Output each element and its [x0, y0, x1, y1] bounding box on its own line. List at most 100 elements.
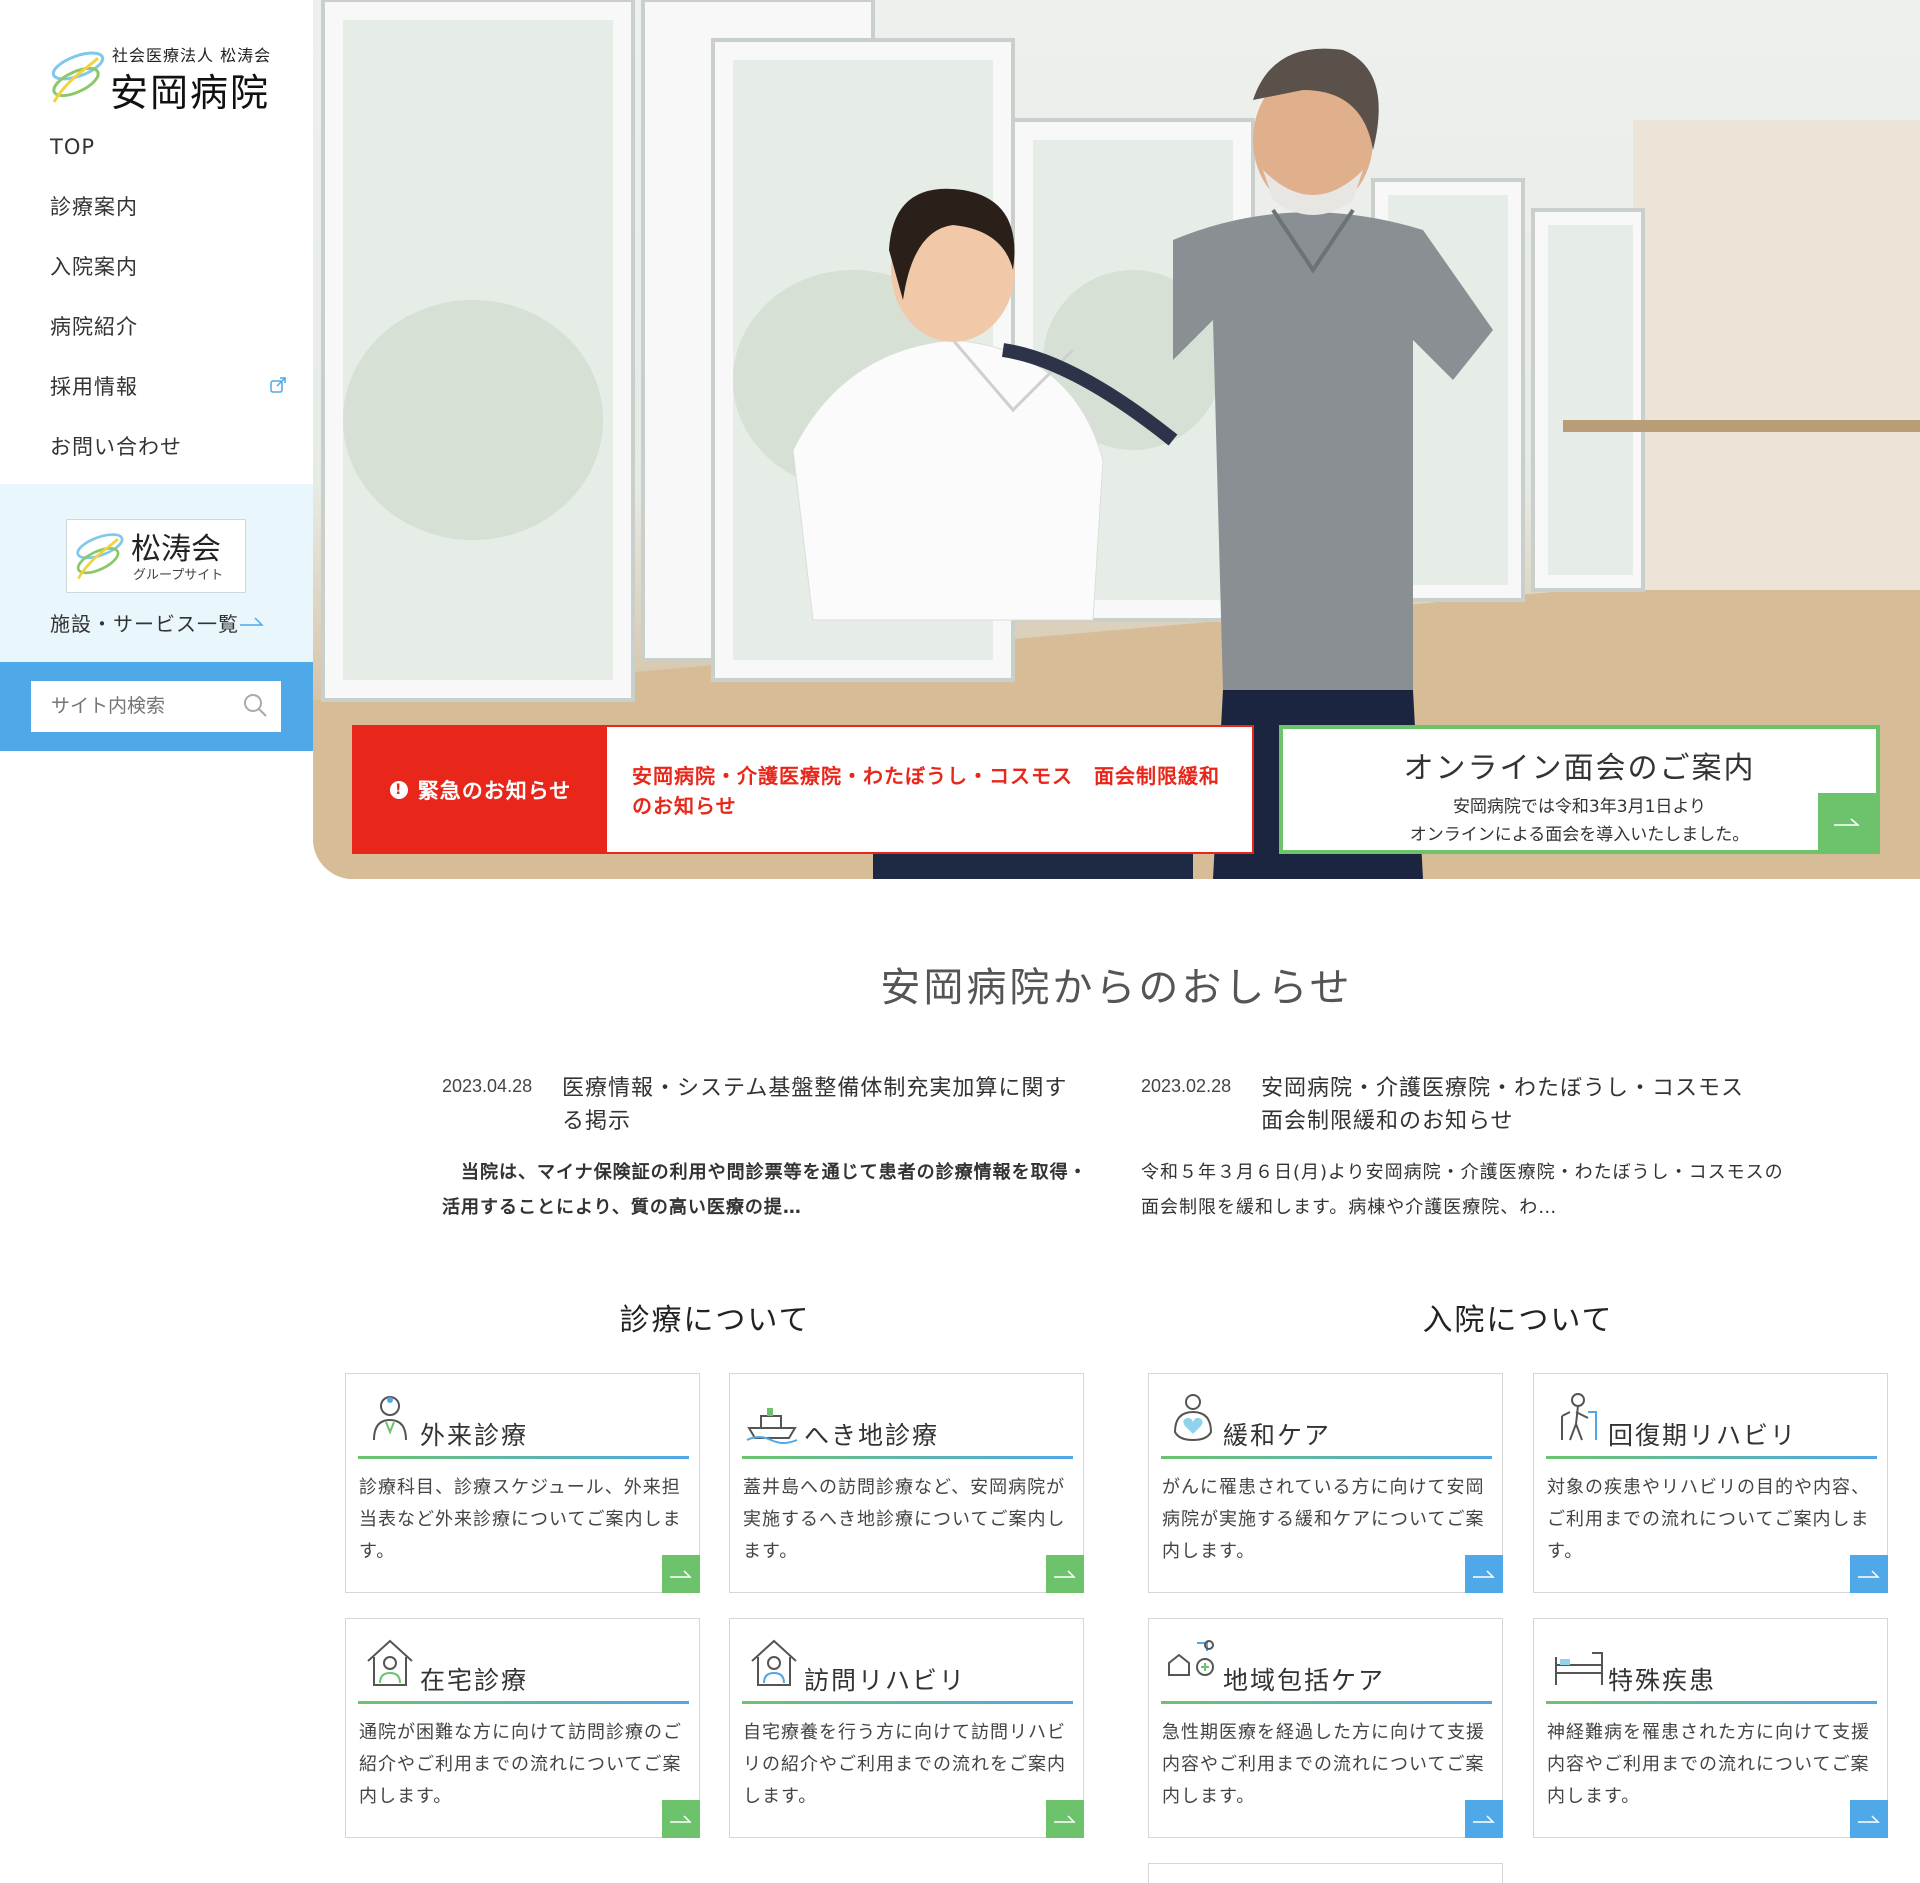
nav-item-about[interactable]: 病院紹介: [0, 304, 313, 364]
nav-item-label: 病院紹介: [50, 315, 138, 339]
card-home-care[interactable]: 在宅診療 通院が困難な方に向けて訪問診療のご紹介やご利用までの流れについてご案内…: [345, 1618, 700, 1838]
card-home-rehab[interactable]: 訪問リハビリ 自宅療養を行う方に向けて訪問リハビリの紹介やご利用までの流れをご案…: [729, 1618, 1084, 1838]
search-icon[interactable]: [242, 692, 268, 718]
card-remote-care[interactable]: へき地診療 蓋井島への訪問診療など、安岡病院が実施するへき地診療についてご案内し…: [729, 1373, 1084, 1593]
news-title[interactable]: 安岡病院・介護医療院・わたぼうし・コスモス 面会制限緩和のお知らせ: [1261, 1072, 1781, 1138]
card-partial[interactable]: [1148, 1863, 1503, 1883]
news-excerpt: 令和５年３月６日(月)より安岡病院・介護医療院・わたぼうし・コスモスの面会制限を…: [1141, 1162, 1784, 1218]
card-title: 地域包括ケア: [1223, 1666, 1386, 1695]
news-excerpt: 当院は、マイナ保険証の利用や問診票等を通じて患者の診療情報を取得・活用することに…: [442, 1162, 1088, 1218]
online-visit-button[interactable]: [1818, 793, 1876, 850]
news-date: 2023.02.28: [1141, 1076, 1232, 1096]
news-date: 2023.04.28: [442, 1076, 533, 1096]
card-palliative-care[interactable]: 緩和ケア がんに罹患されている方に向けて安岡病院が実施する緩和ケアについてご案内…: [1148, 1373, 1503, 1593]
card-arrow-button[interactable]: [1850, 1800, 1888, 1838]
logo-mark-icon: [51, 51, 105, 103]
logo-name: 安岡病院: [110, 71, 271, 115]
walker-icon: [1561, 1393, 1597, 1441]
card-arrow-button[interactable]: [662, 1800, 700, 1838]
nav-item-top[interactable]: TOP: [0, 124, 313, 184]
urgent-label-text: 緊急のお知らせ: [417, 778, 572, 803]
urgent-label: ! 緊急のお知らせ: [354, 727, 607, 852]
card-divider: [358, 1456, 689, 1459]
card-arrow-button[interactable]: [1046, 1555, 1084, 1593]
card-recovery-rehab[interactable]: 回復期リハビリ 対象の疾患やリハビリの目的や内容、ご利用までの流れについてご案内…: [1533, 1373, 1888, 1593]
online-visit-line1: 安岡病院では令和3年3月1日より: [1452, 797, 1707, 817]
card-description: 対象の疾患やリハビリの目的や内容、ご利用までの流れについてご案内します。: [1547, 1477, 1870, 1562]
card-description: 急性期医療を経過した方に向けて支援内容やご利用までの流れについてご案内します。: [1162, 1722, 1485, 1807]
online-visit-line2: オンラインによる面会を導入いたしました。: [1409, 825, 1750, 845]
outpatient-heading: 診療について: [619, 1303, 811, 1338]
card-title: 回復期リハビリ: [1608, 1421, 1798, 1450]
arrow-right-icon: [1054, 1570, 1076, 1578]
nav-item-inpatient[interactable]: 入院案内: [0, 244, 313, 304]
card-divider: [358, 1701, 689, 1704]
home-rehab-icon: [751, 1639, 797, 1686]
arrow-right-icon: [1858, 1815, 1880, 1823]
card-divider: [742, 1701, 1073, 1704]
card-arrow-button[interactable]: [1465, 1555, 1503, 1593]
card-description: 通院が困難な方に向けて訪問診療のご紹介やご利用までの流れについてご案内します。: [359, 1722, 682, 1807]
card-description: がんに罹患されている方に向けて安岡病院が実施する緩和ケアについてご案内します。: [1162, 1477, 1485, 1562]
community-care-icon: [1168, 1640, 1214, 1676]
sidebar: 社会医療法人 松涛会 安岡病院 TOP 診療案内 入院案内 病院紹介 採用情報 …: [0, 0, 313, 751]
card-divider: [1546, 1456, 1877, 1459]
card-description: 自宅療養を行う方に向けて訪問リハビリの紹介やご利用までの流れをご案内します。: [743, 1722, 1066, 1807]
card-description: 診療科目、診療スケジュール、外来担当表など外来診療についてご案内します。: [359, 1477, 682, 1562]
card-arrow-button[interactable]: [1046, 1800, 1084, 1838]
nav-item-contact[interactable]: お問い合わせ: [0, 424, 313, 484]
home-doctor-icon: [367, 1639, 413, 1686]
card-community-care[interactable]: 地域包括ケア 急性期医療を経過した方に向けて支援内容やご利用までの流れについてご…: [1148, 1618, 1503, 1838]
card-description: 蓋井島への訪問診療など、安岡病院が実施するへき地診療についてご案内します。: [743, 1477, 1066, 1562]
nav-item-label: 入院案内: [50, 255, 138, 279]
inpatient-heading: 入院について: [1422, 1303, 1614, 1338]
doctor-icon: [373, 1396, 407, 1441]
urgent-notice[interactable]: ! 緊急のお知らせ 安岡病院・介護医療院・わたぼうし・コスモス 面会制限緩和のお…: [352, 725, 1254, 854]
nav-item-label: お問い合わせ: [50, 435, 182, 459]
facility-list-link[interactable]: 施設・サービス一覧: [50, 608, 239, 637]
nav-item-label: TOP: [50, 135, 96, 159]
card-special-disease[interactable]: 特殊疾患 神経難病を罹患された方に向けて支援内容やご利用までの流れについてご案内…: [1533, 1618, 1888, 1838]
urgent-text[interactable]: 安岡病院・介護医療院・わたぼうし・コスモス 面会制限緩和のお知らせ: [632, 761, 1232, 821]
card-title: 緩和ケア: [1223, 1421, 1332, 1450]
card-divider: [1161, 1456, 1492, 1459]
arrow-right-icon: [670, 1815, 692, 1823]
card-arrow-button[interactable]: [1850, 1555, 1888, 1593]
card-arrow-button[interactable]: [662, 1555, 700, 1593]
nav-item-outpatient[interactable]: 診療案内: [0, 184, 313, 244]
external-link-icon: [270, 377, 286, 393]
card-title: 訪問リハビリ: [804, 1666, 967, 1695]
card-title: へき地診療: [804, 1421, 940, 1450]
online-visit-banner[interactable]: オンライン面会のご案内 安岡病院では令和3年3月1日より オンラインによる面会を…: [1279, 725, 1880, 854]
arrow-right-icon: [240, 617, 264, 626]
card-title: 外来診療: [420, 1421, 529, 1450]
arrow-right-icon: [1858, 1570, 1880, 1578]
card-divider: [1546, 1701, 1877, 1704]
nav-item-recruit[interactable]: 採用情報: [0, 364, 313, 424]
group-site-subtitle: グループサイト: [133, 568, 224, 583]
online-visit-desc: 安岡病院では令和3年3月1日より オンラインによる面会を導入いたしました。: [1283, 793, 1876, 849]
news-heading: 安岡病院からのおしらせ: [880, 965, 1353, 1011]
group-site-logo[interactable]: 松涛会 グループサイト: [66, 519, 246, 593]
arrow-right-icon: [1473, 1570, 1495, 1578]
hospital-logo[interactable]: 社会医療法人 松涛会 安岡病院: [48, 38, 278, 115]
card-title: 特殊疾患: [1608, 1666, 1717, 1695]
news-title[interactable]: 医療情報・システム基盤整備体制充実加算に関する掲示: [562, 1072, 1082, 1138]
arrow-right-icon: [1834, 818, 1860, 826]
card-outpatient[interactable]: 外来診療 診療科目、診療スケジュール、外来担当表など外来診療についてご案内します…: [345, 1373, 700, 1593]
online-visit-title: オンライン面会のご案内: [1403, 751, 1756, 786]
nav-item-label: 診療案内: [50, 195, 138, 219]
ship-icon: [746, 1408, 798, 1444]
bed-icon: [1555, 1652, 1603, 1685]
group-logo-mark-icon: [76, 533, 124, 580]
card-arrow-button[interactable]: [1465, 1800, 1503, 1838]
card-description: 神経難病を罹患された方に向けて支援内容やご利用までの流れについてご案内します。: [1547, 1722, 1870, 1807]
group-site-panel: 松涛会 グループサイト 施設・サービス一覧: [0, 484, 313, 662]
heart-care-icon: [1173, 1394, 1213, 1442]
group-site-title: 松涛会: [131, 532, 221, 567]
alert-icon: !: [389, 780, 408, 799]
main-nav: TOP 診療案内 入院案内 病院紹介 採用情報 お問い合わせ: [0, 124, 313, 484]
arrow-right-icon: [670, 1570, 692, 1578]
card-divider: [1161, 1701, 1492, 1704]
arrow-right-icon: [1473, 1815, 1495, 1823]
